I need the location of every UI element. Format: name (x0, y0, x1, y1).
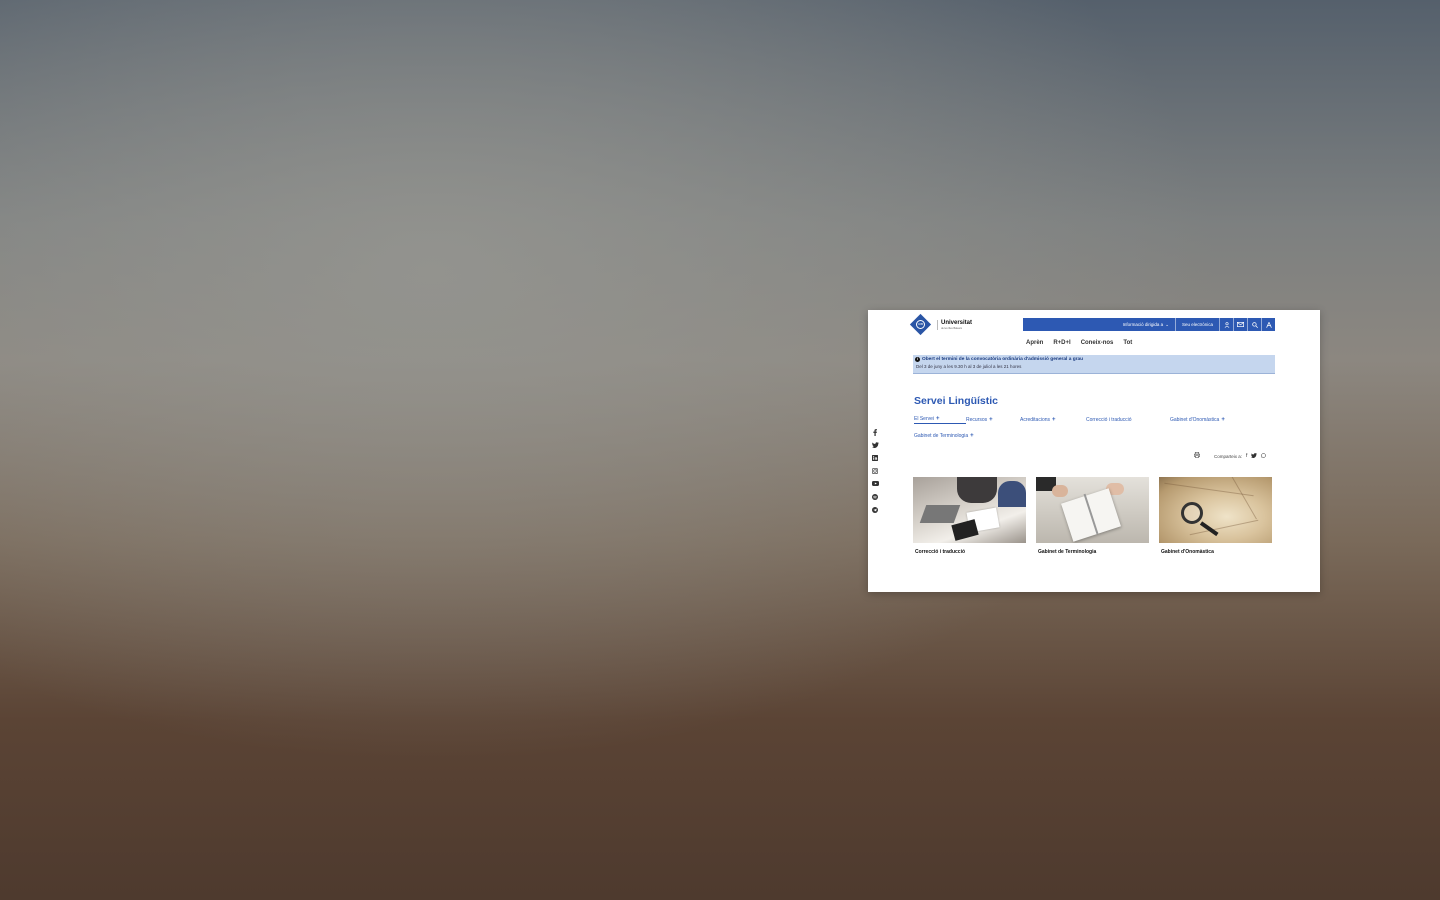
share-facebook-icon[interactable]: f (1246, 453, 1247, 459)
uib-logo[interactable]: UIB Universitat de les Illes Balears (909, 313, 973, 336)
linkedin-icon[interactable] (871, 455, 879, 463)
subnav-item-correccio-traduccio[interactable]: Correcció i traducció (1086, 417, 1170, 423)
print-icon[interactable] (1194, 452, 1200, 460)
info-icon: i (915, 357, 920, 362)
plus-icon: + (970, 433, 974, 439)
card-image-people-working (913, 477, 1026, 543)
image-tablet (951, 519, 979, 541)
card-image-magnifier-map (1159, 477, 1272, 543)
user-icon[interactable] (1219, 318, 1233, 331)
image-person (998, 481, 1026, 507)
plus-icon: + (1221, 417, 1225, 423)
uib-logo-mark: UIB (909, 313, 932, 336)
card-label: Gabinet d'Onomàstica (1161, 549, 1214, 555)
subnav-item-el-servei[interactable]: El Servei + (914, 416, 966, 424)
subnav-item-recursos[interactable]: Recursos + (966, 417, 1020, 423)
share-twitter-icon[interactable] (1251, 452, 1258, 460)
subnav-item-gabinet-terminologia[interactable]: Gabinet de Terminologia + (914, 433, 974, 439)
main-navigation: Aprèn R+D+I Coneix-nos Tot (1026, 340, 1132, 346)
nav-item-rdi[interactable]: R+D+I (1053, 340, 1070, 346)
page-title: Servei Lingüístic (914, 395, 999, 407)
subnav-item-label: El Servei (914, 416, 935, 422)
share-label: Comparteix a: (1214, 453, 1243, 459)
card-label: Correcció i traducció (915, 549, 966, 555)
card-gabinet-terminologia[interactable]: Gabinet de Terminologia (1036, 477, 1149, 555)
subnav-item-acreditacions[interactable]: Acreditacions + (1020, 417, 1086, 423)
nav-item-apren[interactable]: Aprèn (1026, 340, 1043, 346)
card-gabinet-onomastica[interactable]: Gabinet d'Onomàstica (1159, 477, 1272, 555)
image-map-line (1231, 477, 1257, 520)
card-correccio-traduccio[interactable]: Correcció i traducció (913, 477, 1026, 555)
image-person (957, 477, 997, 503)
youtube-icon[interactable] (871, 481, 879, 489)
logo-subtitle: de les Illes Balears (941, 326, 962, 330)
notice-title: Obert el termini de la convocatòria ordi… (922, 357, 1084, 362)
image-map-line (1189, 519, 1259, 536)
subnav-row-1: El Servei + Recursos + Acreditacions + C… (914, 415, 1279, 425)
twitter-icon[interactable] (871, 442, 879, 450)
accessibility-icon[interactable] (1261, 318, 1275, 331)
nav-item-tot[interactable]: Tot (1123, 340, 1132, 346)
info-dropdown[interactable]: Informació dirigida a ⌄ (1117, 318, 1175, 331)
subnav-item-label: Recursos (966, 417, 988, 423)
spotify-icon[interactable] (871, 494, 879, 502)
telegram-icon[interactable] (871, 507, 879, 515)
subnav-item-label: Acreditacions (1020, 417, 1051, 423)
plus-icon: + (989, 417, 993, 423)
info-dropdown-label: Informació dirigida a (1122, 322, 1164, 327)
plus-icon: + (936, 416, 940, 422)
card-label: Gabinet de Terminologia (1038, 549, 1097, 555)
share-whatsapp-icon[interactable] (1261, 452, 1267, 460)
card-image-dictionary (1036, 477, 1149, 543)
logo-title: Universitat (941, 319, 973, 326)
seu-electronica-link[interactable]: Seu electrònica (1176, 318, 1219, 331)
share-bar: Comparteix a: f (1194, 452, 1267, 460)
image-hand (1052, 485, 1068, 497)
subnav-item-label: Gabinet de Terminologia (914, 433, 969, 439)
plus-icon: + (1052, 417, 1056, 423)
admission-notice-banner[interactable]: i Obert el termini de la convocatòria or… (913, 355, 1275, 374)
nav-item-coneix-nos[interactable]: Coneix-nos (1081, 340, 1114, 346)
subnav-item-label: Gabinet d'Onomàstica (1170, 417, 1220, 423)
logo-text: Universitat de les Illes Balears (937, 319, 973, 330)
subnav-item-gabinet-onomastica[interactable]: Gabinet d'Onomàstica + (1170, 417, 1225, 423)
top-utility-bar: Informació dirigida a ⌄ Seu electrònica (1023, 318, 1275, 331)
social-links-rail (871, 429, 879, 515)
chevron-down-icon: ⌄ (1165, 321, 1169, 327)
image-magnifier-lens (1181, 502, 1203, 524)
notice-title-row: i Obert el termini de la convocatòria or… (915, 356, 1273, 363)
image-laptop (919, 505, 961, 523)
mail-icon[interactable] (1233, 318, 1247, 331)
facebook-icon[interactable] (871, 429, 879, 437)
notice-subtitle: Del 3 de juny a les 9.30 h al 3 de julio… (916, 364, 1022, 369)
service-cards: Correcció i traducció Gabinet de Termino… (913, 477, 1272, 555)
instagram-icon[interactable] (871, 468, 879, 476)
subnav-row-2: Gabinet de Terminologia + (914, 431, 1279, 441)
subnav-item-label: Correcció i traducció (1086, 417, 1132, 423)
section-subnav: El Servei + Recursos + Acreditacions + C… (914, 415, 1279, 447)
browser-window-page: UIB Universitat de les Illes Balears Inf… (868, 310, 1320, 592)
search-icon[interactable] (1247, 318, 1261, 331)
